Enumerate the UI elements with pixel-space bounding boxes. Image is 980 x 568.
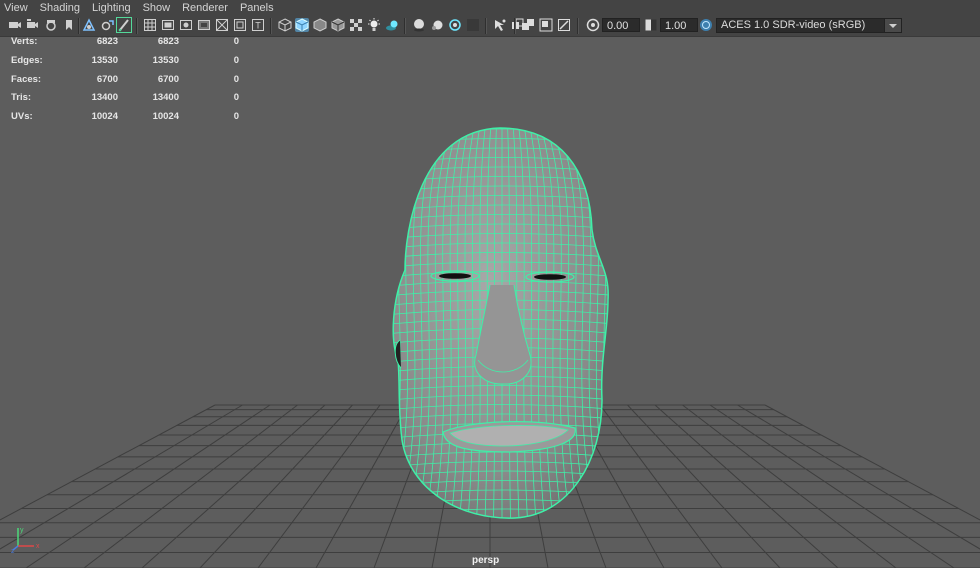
hud-label: Faces:: [11, 74, 42, 85]
motion-blur-icon[interactable]: [430, 18, 444, 32]
hud-label: Edges:: [11, 55, 43, 66]
2d-pan-zoom-icon[interactable]: [100, 18, 114, 32]
camera-select-icon[interactable]: [8, 18, 22, 32]
use-all-lights-icon[interactable]: [367, 18, 381, 32]
hud-row-uvs: UVs: 10024 10024 0: [0, 111, 260, 129]
gamma-field[interactable]: 1.00: [660, 18, 698, 32]
screen-space-ao-icon[interactable]: [412, 18, 426, 32]
safe-title-icon[interactable]: T: [251, 18, 265, 32]
use-default-material-icon[interactable]: [313, 18, 327, 32]
bookmark-camera-icon[interactable]: [44, 18, 58, 32]
color-space-dropdown[interactable]: ACES 1.0 SDR-video (sRGB): [716, 18, 902, 33]
panel-toolbar: T 0.00 1.00 ACES 1.0 SDR-video (sRGB): [0, 16, 980, 37]
wireframe-shading-icon[interactable]: [278, 18, 292, 32]
hud-label: Verts:: [11, 36, 38, 47]
panel-menu-bar: View Shading Lighting Show Renderer Pane…: [0, 0, 980, 16]
camera-name-label: persp: [472, 555, 500, 566]
hud-row-verts: Verts: 6823 6823 0: [0, 36, 260, 54]
grid-icon[interactable]: [143, 18, 157, 32]
menu-view[interactable]: View: [0, 0, 34, 16]
multisample-aa-icon[interactable]: [448, 18, 462, 32]
hud-value-component: 0: [233, 111, 239, 122]
view-axis-icon: y x z: [11, 527, 40, 554]
hud-value-object: 6700: [96, 74, 118, 85]
hud-value-component: 0: [233, 36, 239, 47]
svg-text:T: T: [255, 21, 261, 31]
hud-value-selected: 6823: [157, 36, 179, 47]
hud-row-edges: Edges: 13530 13530 0: [0, 55, 260, 73]
hud-value-component: 0: [233, 74, 239, 85]
axis-z-label: z: [11, 548, 15, 554]
color-space-label: ACES 1.0 SDR-video (sRGB): [721, 19, 866, 31]
head-mesh[interactable]: [382, 120, 623, 525]
bookmark-icon[interactable]: [62, 18, 76, 32]
hud-value-selected: 10024: [152, 111, 179, 122]
hud-value-selected: 13530: [152, 55, 179, 66]
menu-show[interactable]: Show: [137, 0, 177, 16]
exposure-icon[interactable]: [586, 18, 600, 32]
grease-pencil-icon[interactable]: [116, 17, 132, 33]
smooth-shading-icon[interactable]: [295, 18, 309, 32]
field-chart-icon[interactable]: [215, 18, 229, 32]
xray-joints-icon[interactable]: [539, 18, 553, 32]
hud-value-component: 0: [233, 92, 239, 103]
backface-culling-icon[interactable]: [557, 18, 571, 32]
wireframe-on-shaded-icon[interactable]: [331, 18, 345, 32]
image-plane-icon[interactable]: [82, 18, 96, 32]
hud-row-tris: Tris: 13400 13400 0: [0, 92, 260, 110]
exposure-field[interactable]: 0.00: [602, 18, 640, 32]
xray-active-components-icon[interactable]: [521, 18, 535, 32]
hud-value-object: 10024: [91, 111, 118, 122]
view-transform-icon[interactable]: [699, 18, 713, 32]
axis-x-label: x: [36, 543, 40, 550]
film-gate-icon[interactable]: [161, 18, 175, 32]
hud-value-object: 6823: [96, 36, 118, 47]
resolution-gate-icon[interactable]: [179, 18, 193, 32]
safe-action-icon[interactable]: [233, 18, 247, 32]
depth-of-field-icon[interactable]: [466, 18, 480, 32]
hud-value-selected: 13400: [152, 92, 179, 103]
isolate-select-icon[interactable]: [493, 18, 507, 32]
menu-renderer[interactable]: Renderer: [176, 0, 234, 16]
menu-lighting[interactable]: Lighting: [86, 0, 137, 16]
axis-y-label: y: [20, 527, 24, 534]
menu-panels[interactable]: Panels: [234, 0, 280, 16]
hud-value-object: 13400: [91, 92, 118, 103]
chevron-down-icon[interactable]: [884, 19, 901, 32]
gamma-icon[interactable]: [644, 18, 658, 32]
menu-shading[interactable]: Shading: [34, 0, 86, 16]
gate-mask-icon[interactable]: [197, 18, 211, 32]
textured-icon[interactable]: [349, 18, 363, 32]
hud-value-selected: 6700: [157, 74, 179, 85]
hud-value-component: 0: [233, 55, 239, 66]
hud-value-object: 13530: [91, 55, 118, 66]
hud-label: Tris:: [11, 92, 32, 103]
shadows-icon[interactable]: [385, 18, 399, 32]
hud-label: UVs:: [11, 111, 33, 122]
camera-attributes-icon[interactable]: [26, 18, 40, 32]
hud-row-faces: Faces: 6700 6700 0: [0, 74, 260, 92]
